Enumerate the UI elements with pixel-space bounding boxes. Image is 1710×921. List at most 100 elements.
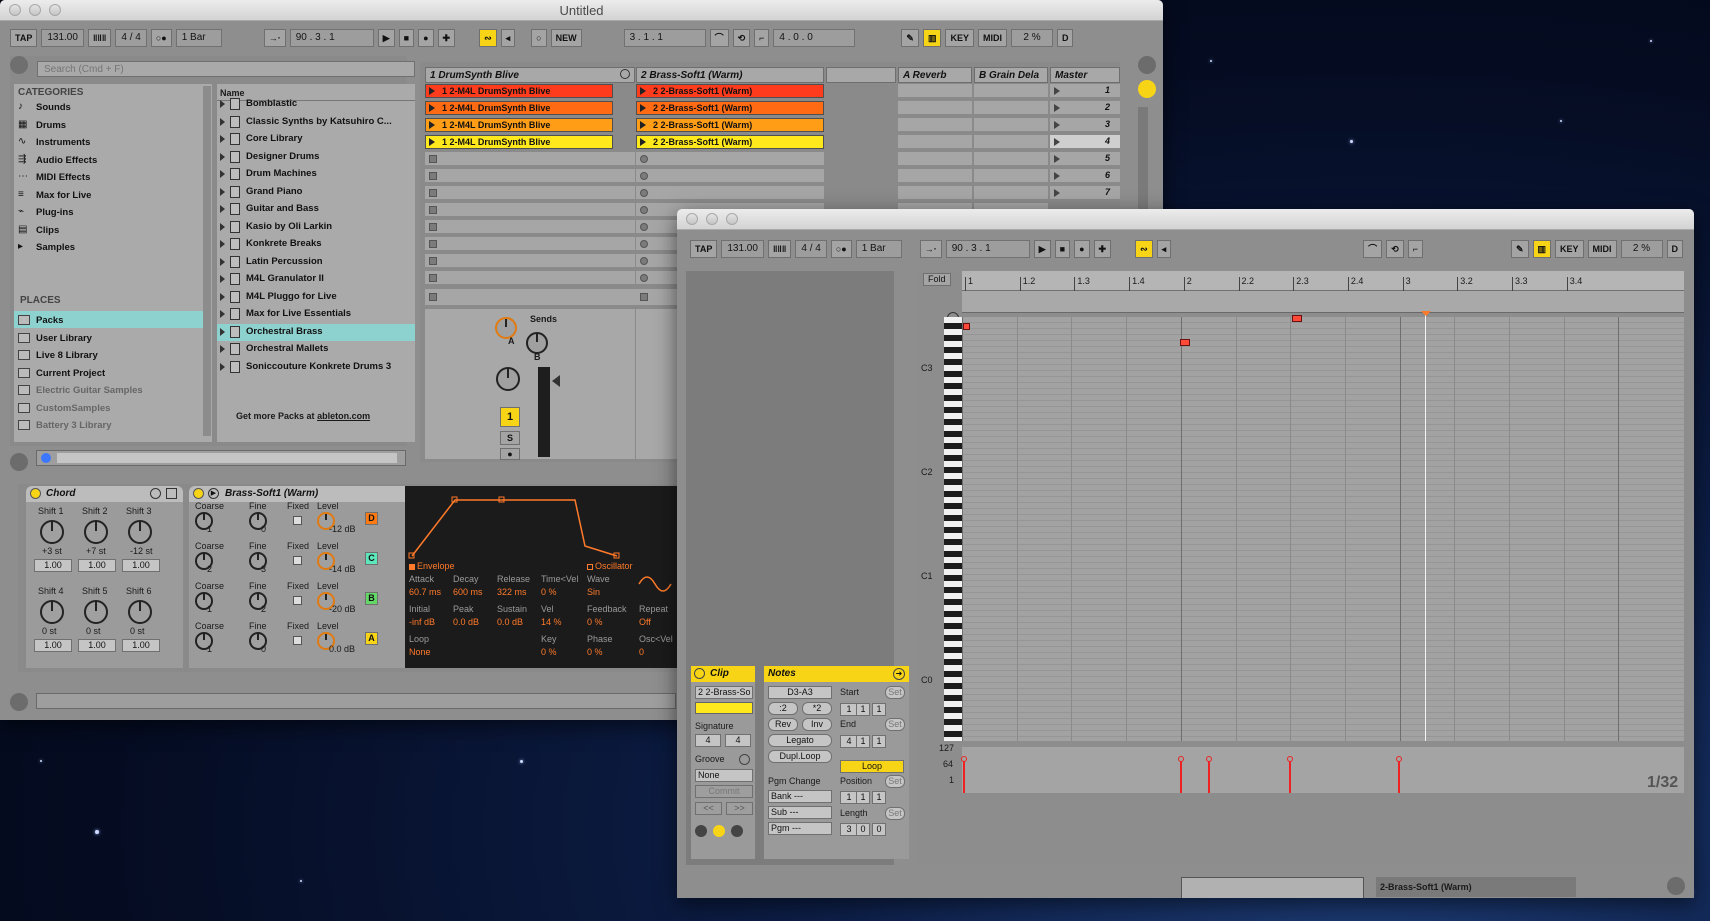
shift-velocity-field[interactable]: 1.00 xyxy=(122,639,160,652)
end_v-field[interactable]: 1 xyxy=(872,735,886,748)
wave-value[interactable]: Sin xyxy=(587,587,600,597)
velocity-handle[interactable] xyxy=(1396,756,1402,762)
expand-arrow-icon[interactable] xyxy=(220,240,225,248)
track-fold-icon[interactable] xyxy=(620,69,630,79)
pack-item[interactable]: Latin Percussion xyxy=(220,254,410,270)
place-item[interactable]: Packs xyxy=(16,313,196,329)
oscillator-select-button[interactable]: C xyxy=(365,552,378,565)
expand-arrow-icon[interactable] xyxy=(220,310,225,318)
pos_v-field[interactable]: 1 xyxy=(856,791,870,804)
expand-arrow-icon[interactable] xyxy=(220,117,225,126)
pan-knob[interactable] xyxy=(496,367,520,391)
clip-launch-icon[interactable] xyxy=(640,138,646,146)
sub-bank-field[interactable]: Sub --- xyxy=(768,806,832,819)
nudge-back-button[interactable]: << xyxy=(695,802,722,815)
place-item[interactable]: Battery 3 Library xyxy=(16,418,196,434)
computer-keyboard-icon[interactable]: ▥ xyxy=(922,29,942,47)
pack-item[interactable]: Drum Machines xyxy=(220,166,410,182)
note-range-field[interactable]: D3-A3 xyxy=(768,686,832,699)
zoom-window-button[interactable] xyxy=(49,4,61,16)
session-record-icon[interactable]: ○ xyxy=(531,29,547,47)
stop-track-2-icon[interactable] xyxy=(640,293,648,301)
feedback-value[interactable]: 0 % xyxy=(587,617,603,627)
operator-power-icon[interactable] xyxy=(193,488,204,499)
clip-color-picker[interactable] xyxy=(695,702,753,714)
clip-launch-icon[interactable] xyxy=(429,138,435,146)
time-signature-field-2[interactable]: 4 / 4 xyxy=(795,240,827,258)
clip-slot[interactable] xyxy=(636,169,824,183)
shift-knob[interactable] xyxy=(128,600,152,624)
ableton-link[interactable]: ableton.com xyxy=(317,411,370,421)
len_v-field[interactable]: 0 xyxy=(856,823,870,836)
legato-button[interactable]: Legato xyxy=(768,734,832,747)
pos_v-field[interactable]: 1 xyxy=(872,791,886,804)
fixed-checkbox[interactable] xyxy=(293,556,302,565)
clip-zoom-window-button[interactable] xyxy=(726,213,738,225)
session-clip[interactable]: 1 2-M4L DrumSynth Blive xyxy=(425,118,613,132)
invert-button[interactable]: Inv xyxy=(802,718,832,731)
return-track-b-title[interactable]: B Grain Dela xyxy=(979,70,1039,81)
oscillator-select-button[interactable]: A xyxy=(365,632,378,645)
browser-toggle-icon[interactable] xyxy=(10,56,28,74)
overdub-icon[interactable]: ✚ xyxy=(437,29,456,47)
category-item[interactable]: ≡ Max for Live xyxy=(16,188,196,204)
category-scrollbar[interactable] xyxy=(203,86,211,436)
scene-launch[interactable]: 5 xyxy=(1050,152,1120,166)
start_v-field[interactable]: 1 xyxy=(872,703,886,716)
computer-keyboard-icon-2[interactable]: ▥ xyxy=(1532,240,1552,258)
category-item[interactable]: ▦ Drums xyxy=(16,118,196,134)
clip-slot[interactable] xyxy=(636,152,824,166)
clip-slot[interactable] xyxy=(425,237,635,251)
device-power-icon[interactable] xyxy=(30,488,41,499)
return-track-a-title[interactable]: A Reverb xyxy=(903,70,947,81)
time-signature-field[interactable]: 4 / 4 xyxy=(115,29,147,47)
track-title-2[interactable]: 2 Brass-Soft1 (Warm) xyxy=(641,70,743,81)
oscillator-tab-label[interactable]: Oscillator xyxy=(595,561,633,571)
arrangement-position-field-2[interactable]: 90 . 3 . 1 xyxy=(945,240,1030,258)
notes-arrow-icon[interactable]: ➜ xyxy=(893,668,905,680)
scene-launch-icon[interactable] xyxy=(1054,189,1060,197)
nudge-icon[interactable]: ‖‖‖ xyxy=(87,29,112,47)
mixer-toggle-icon[interactable] xyxy=(1138,80,1156,98)
repeat-value[interactable]: Off xyxy=(639,617,651,627)
session-clip[interactable]: 2 2-Brass-Soft1 (Warm) xyxy=(636,84,824,98)
shift-velocity-field[interactable]: 1.00 xyxy=(34,559,72,572)
start-set-button[interactable]: Set xyxy=(885,686,905,699)
envelope-tab[interactable] xyxy=(409,564,415,570)
expand-arrow-icon[interactable] xyxy=(220,257,225,266)
tap-button-2[interactable]: TAP xyxy=(690,240,718,258)
clip-launch-icon[interactable] xyxy=(429,87,435,95)
automation-arm-icon[interactable]: ∾ xyxy=(479,29,497,47)
attack-value[interactable]: 60.7 ms xyxy=(409,587,441,597)
session-clip[interactable]: 2 2-Brass-Soft1 (Warm) xyxy=(636,118,824,132)
pack-item[interactable]: Grand Piano xyxy=(220,184,410,200)
loop-switch-icon[interactable]: ⟲ xyxy=(732,29,751,47)
minimize-window-button[interactable] xyxy=(29,4,41,16)
decay-value[interactable]: 600 ms xyxy=(453,587,483,597)
track-title-1[interactable]: 1 DrumSynth Blive xyxy=(430,70,519,81)
browser-search-input[interactable] xyxy=(37,61,415,77)
reverse-button[interactable]: Rev xyxy=(768,718,798,731)
arrangement-position-field[interactable]: 90 . 3 . 1 xyxy=(289,29,374,47)
velocity-handle[interactable] xyxy=(1178,756,1184,762)
shift-velocity-field[interactable]: 1.00 xyxy=(78,639,116,652)
shift-knob[interactable] xyxy=(40,600,64,624)
record-icon[interactable]: ● xyxy=(418,29,434,47)
loop-value[interactable]: None xyxy=(409,647,431,657)
track-activator-button[interactable]: 1 xyxy=(500,407,520,427)
expand-arrow-icon[interactable] xyxy=(220,345,225,353)
clip-name-field[interactable]: 2 2-Brass-So xyxy=(695,686,753,699)
expand-arrow-icon[interactable] xyxy=(220,292,225,301)
pack-item[interactable]: Konkrete Breaks xyxy=(220,236,410,252)
oscillator-tab[interactable] xyxy=(587,564,593,570)
clip-launch-icon[interactable] xyxy=(640,87,646,95)
clip-power-icon[interactable] xyxy=(694,668,705,679)
shift-velocity-field[interactable]: 1.00 xyxy=(78,559,116,572)
duplicate-loop-button[interactable]: Dupl.Loop xyxy=(768,750,832,763)
category-item[interactable]: ▸ Samples xyxy=(16,240,196,256)
note-grid[interactable] xyxy=(962,317,1684,741)
category-item[interactable]: ⋯ MIDI Effects xyxy=(16,170,196,186)
envelope-tab-label[interactable]: Envelope xyxy=(417,561,455,571)
metronome-button[interactable]: ○● xyxy=(150,29,172,47)
signature-denominator[interactable]: 4 xyxy=(725,734,751,747)
